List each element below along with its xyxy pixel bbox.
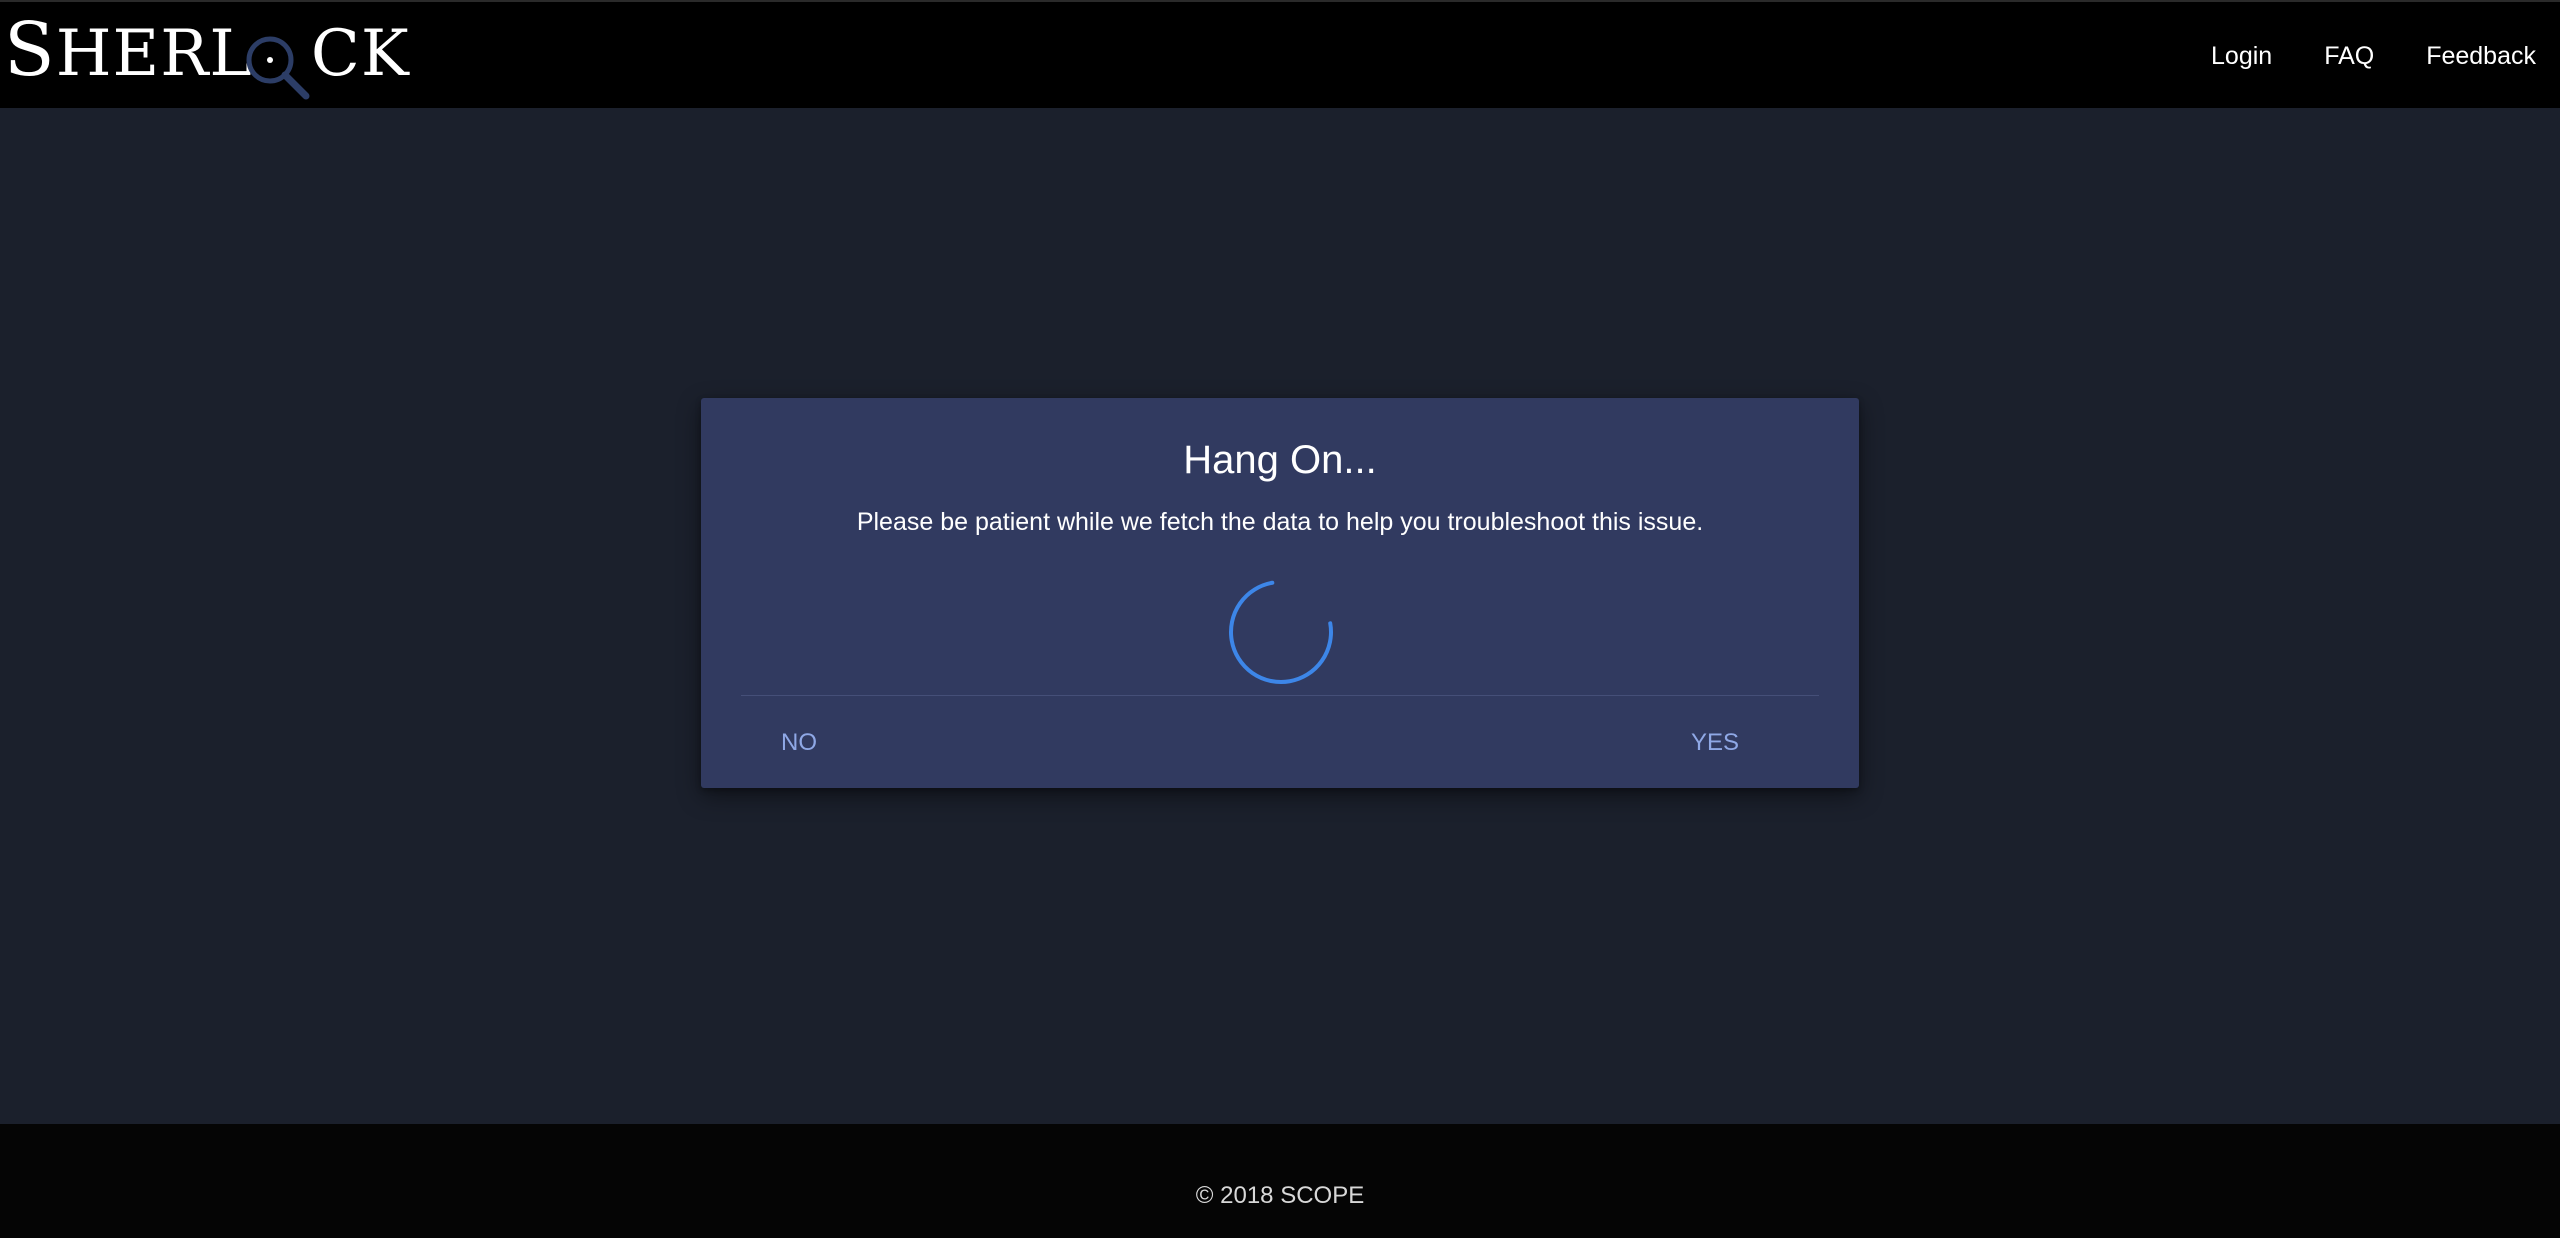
main-nav: Login FAQ Feedback <box>2211 2 2536 110</box>
dialog-title: Hang On... <box>1183 438 1377 482</box>
loading-spinner-icon <box>1229 580 1333 684</box>
copyright-text: © 2018 SCOPE <box>1195 1182 1365 1209</box>
nav-feedback-link[interactable]: Feedback <box>2426 42 2536 71</box>
no-button[interactable]: NO <box>761 718 837 768</box>
logo-wordmark: SHERL CK <box>4 7 410 93</box>
nav-login-link[interactable]: Login <box>2211 42 2272 71</box>
yes-button[interactable]: YES <box>1671 718 1759 768</box>
dialog-divider <box>741 695 1819 696</box>
page-footer: © 2018 SCOPE <box>0 1124 2560 1238</box>
sherlock-logo[interactable]: SHERL CK <box>4 10 409 100</box>
nav-faq-link[interactable]: FAQ <box>2324 42 2374 71</box>
magnifying-glass-icon <box>246 36 310 100</box>
loading-dialog: Hang On... Please be patient while we fe… <box>701 398 1859 788</box>
top-navbar: SHERL CK Login FAQ Feedback <box>0 0 2560 108</box>
dialog-message: Please be patient while we fetch the dat… <box>856 508 1704 536</box>
